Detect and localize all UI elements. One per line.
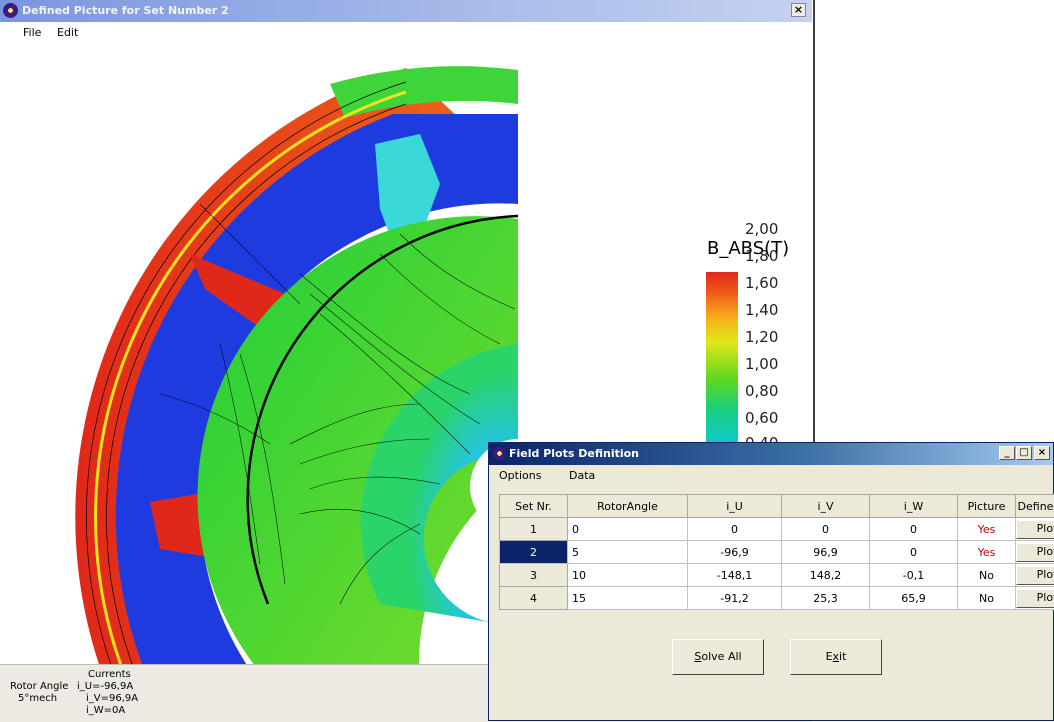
legend-tick: 1,60 (745, 274, 778, 292)
col-header-picture: Picture (958, 495, 1016, 518)
cell-define: Plot (1016, 587, 1054, 610)
legend-tick: 0,60 (745, 409, 778, 427)
cell-iu[interactable]: -148,1 (688, 564, 782, 587)
dialog-title: Field Plots Definition (509, 447, 639, 460)
cell-iw[interactable]: 0 (870, 518, 958, 541)
grid-header-row: Set Nr. RotorAngle i_U i_V i_W Picture D… (500, 495, 1054, 518)
cell-define: Plot (1016, 518, 1054, 541)
close-button[interactable]: × (1034, 446, 1050, 460)
legend-tick: 1,80 (745, 247, 778, 265)
cell-define: Plot (1016, 564, 1054, 587)
row-set-number[interactable]: 1 (500, 518, 568, 541)
main-menu-bar: File Edit (0, 22, 812, 44)
cell-rotor-angle[interactable]: 0 (568, 518, 688, 541)
main-title-bar[interactable]: Defined Picture for Set Number 2 × (0, 0, 812, 22)
current-iu: i_U=-96,9A (77, 681, 133, 692)
legend-tick: 1,00 (745, 355, 778, 373)
cell-iu[interactable]: 0 (688, 518, 782, 541)
main-close-button[interactable]: × (791, 3, 806, 17)
cell-iw[interactable]: -0,1 (870, 564, 958, 587)
row-set-number[interactable]: 4 (500, 587, 568, 610)
cell-iv[interactable]: 0 (782, 518, 870, 541)
cell-picture[interactable]: Yes (958, 518, 1016, 541)
cell-picture[interactable]: Yes (958, 541, 1016, 564)
table-row[interactable]: 2 5 -96,9 96,9 0 Yes Plot (500, 541, 1054, 564)
menu-file[interactable]: File (23, 26, 41, 39)
currents-label: Currents (88, 669, 131, 680)
field-plots-definition-dialog: Field Plots Definition _ □ × Options Dat… (488, 442, 1054, 721)
field-plots-grid: Set Nr. RotorAngle i_U i_V i_W Picture D… (499, 494, 1054, 610)
app-logo-icon (3, 3, 18, 18)
cell-iv[interactable]: 148,2 (782, 564, 870, 587)
plot-button[interactable]: Plot (1016, 566, 1054, 585)
row-set-number[interactable]: 3 (500, 564, 568, 587)
col-header-set: Set Nr. (500, 495, 568, 518)
cell-rotor-angle[interactable]: 5 (568, 541, 688, 564)
cell-iv[interactable]: 96,9 (782, 541, 870, 564)
cell-rotor-angle[interactable]: 10 (568, 564, 688, 587)
dialog-menu-bar: Options Data (489, 465, 1053, 485)
col-header-iw: i_W (870, 495, 958, 518)
cell-picture[interactable]: No (958, 587, 1016, 610)
exit-button[interactable]: Exit (790, 639, 882, 675)
minimize-button[interactable]: _ (999, 446, 1015, 460)
main-window-title: Defined Picture for Set Number 2 (22, 4, 229, 17)
cell-iu[interactable]: -96,9 (688, 541, 782, 564)
rotor-angle-value: 5°mech (18, 693, 57, 704)
app-logo-icon (493, 447, 506, 460)
cell-rotor-angle[interactable]: 15 (568, 587, 688, 610)
col-header-iv: i_V (782, 495, 870, 518)
cell-iw[interactable]: 0 (870, 541, 958, 564)
plot-button[interactable]: Plot (1016, 589, 1054, 608)
cell-iw[interactable]: 65,9 (870, 587, 958, 610)
table-row[interactable]: 1 0 0 0 0 Yes Plot (500, 518, 1054, 541)
menu-options[interactable]: Options (499, 469, 541, 482)
table-row[interactable]: 3 10 -148,1 148,2 -0,1 No Plot (500, 564, 1054, 587)
solve-all-button[interactable]: Solve All (672, 639, 764, 675)
cell-iu[interactable]: -91,2 (688, 587, 782, 610)
cell-iv[interactable]: 25,3 (782, 587, 870, 610)
current-iv: i_V=96,9A (86, 693, 138, 704)
rotor-angle-label: Rotor Angle (10, 681, 68, 692)
menu-data[interactable]: Data (569, 469, 595, 482)
plot-button[interactable]: Plot (1016, 543, 1054, 562)
cell-picture[interactable]: No (958, 564, 1016, 587)
legend-tick: 1,20 (745, 328, 778, 346)
legend-tick: 2,00 (745, 220, 778, 238)
legend-tick: 0,80 (745, 382, 778, 400)
maximize-button[interactable]: □ (1016, 446, 1032, 460)
col-header-define: Define (1016, 495, 1054, 518)
current-iw: i_W=0A (86, 705, 125, 716)
cell-define: Plot (1016, 541, 1054, 564)
table-row[interactable]: 4 15 -91,2 25,3 65,9 No Plot (500, 587, 1054, 610)
menu-edit[interactable]: Edit (57, 26, 78, 39)
col-header-iu: i_U (688, 495, 782, 518)
dialog-title-bar[interactable]: Field Plots Definition _ □ × (489, 443, 1053, 465)
legend-tick: 1,40 (745, 301, 778, 319)
plot-button[interactable]: Plot (1016, 520, 1054, 539)
row-set-number-selected[interactable]: 2 (500, 541, 568, 564)
col-header-rotor-angle: RotorAngle (568, 495, 688, 518)
